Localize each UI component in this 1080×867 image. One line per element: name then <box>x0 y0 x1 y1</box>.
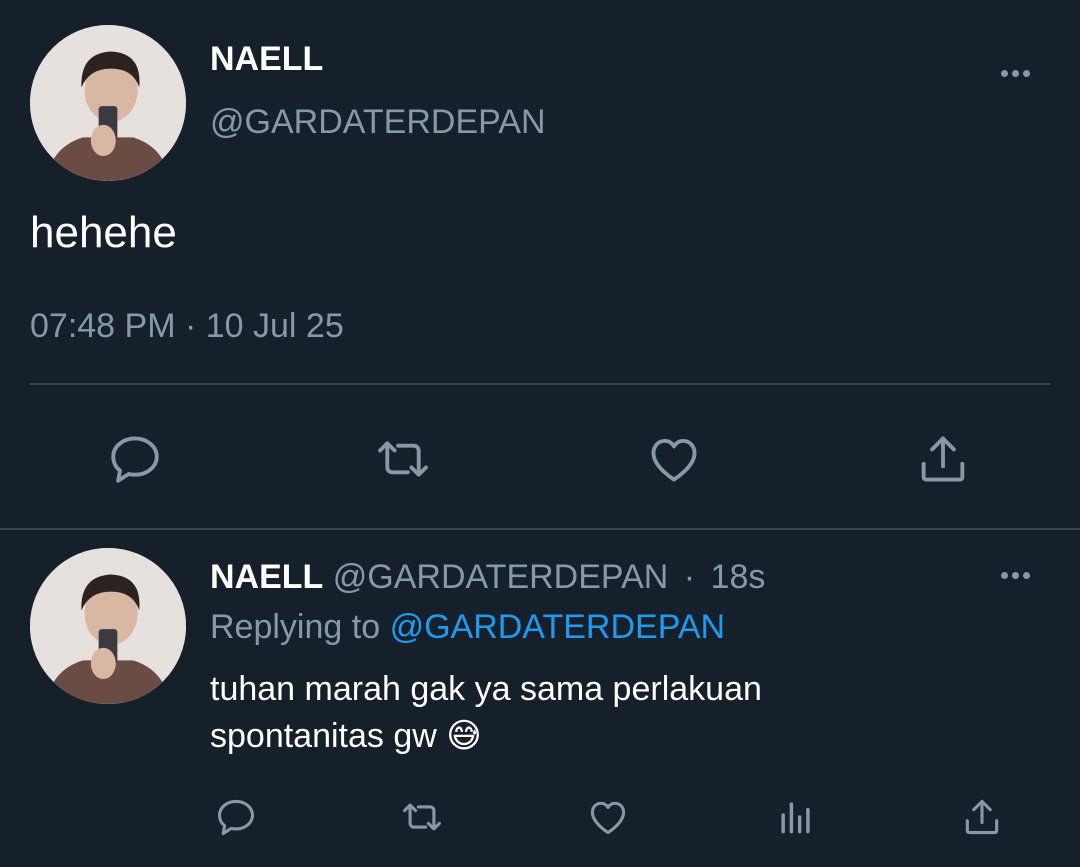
share-button[interactable] <box>914 430 972 488</box>
reply-text-line2: spontanitas gw <box>210 717 437 755</box>
replying-to-prefix: Replying to <box>210 608 381 646</box>
avatar-photo <box>30 548 186 704</box>
reply-icon <box>217 799 255 836</box>
retweet-icon <box>403 803 441 831</box>
reply-analytics-button[interactable] <box>774 795 818 839</box>
dot-icon <box>1023 70 1030 77</box>
dot-icon <box>1023 572 1030 579</box>
reply-age[interactable]: 18s <box>711 558 766 596</box>
like-icon <box>590 801 626 835</box>
reply-button[interactable] <box>106 430 164 488</box>
like-icon <box>651 438 697 482</box>
retweet-button[interactable] <box>372 430 434 488</box>
reply-author-handle[interactable]: @GARDATERDEPAN <box>333 558 669 596</box>
share-icon <box>965 799 999 835</box>
sweat-smile-emoji: 😅 <box>446 717 482 755</box>
author-name[interactable]: NAELL <box>210 40 323 79</box>
more-options-button[interactable] <box>1001 70 1030 77</box>
dot-icon <box>1001 572 1008 579</box>
section-divider <box>0 528 1080 530</box>
retweet-icon <box>378 441 428 477</box>
share-icon <box>921 436 965 482</box>
author-avatar[interactable] <box>30 25 186 181</box>
reply-like-button[interactable] <box>586 795 630 839</box>
separator-dot: · <box>683 558 696 596</box>
replying-to-handle[interactable]: @GARDATERDEPAN <box>390 608 726 646</box>
analytics-icon <box>781 802 810 834</box>
reply-icon <box>111 436 159 483</box>
author-handle[interactable]: @GARDATERDEPAN <box>210 103 546 142</box>
like-button[interactable] <box>645 430 703 488</box>
reply-text-line1: tuhan marah gak ya sama perlakuan <box>210 670 762 708</box>
tweet-timestamp[interactable]: 07:48 PM · 10 Jul 25 <box>30 307 344 346</box>
reply-retweet-button[interactable] <box>398 795 446 839</box>
reply-header: NAELL @GARDATERDEPAN · 18s <box>210 558 765 597</box>
replying-to: Replying to @GARDATERDEPAN <box>210 608 725 647</box>
dot-icon <box>1012 572 1019 579</box>
divider <box>30 383 1050 385</box>
tweet-text: hehehe <box>30 208 177 257</box>
avatar-photo <box>30 25 186 181</box>
dot-icon <box>1001 70 1008 77</box>
dot-icon <box>1012 70 1019 77</box>
reply-reply-button[interactable] <box>214 795 258 839</box>
reply-author-name[interactable]: NAELL <box>210 558 323 596</box>
reply-more-options-button[interactable] <box>1001 572 1030 579</box>
reply-text-line2-row: spontanitas gw 😅 <box>210 716 482 756</box>
reply-author-avatar[interactable] <box>30 548 186 704</box>
reply-share-button[interactable] <box>960 795 1004 839</box>
